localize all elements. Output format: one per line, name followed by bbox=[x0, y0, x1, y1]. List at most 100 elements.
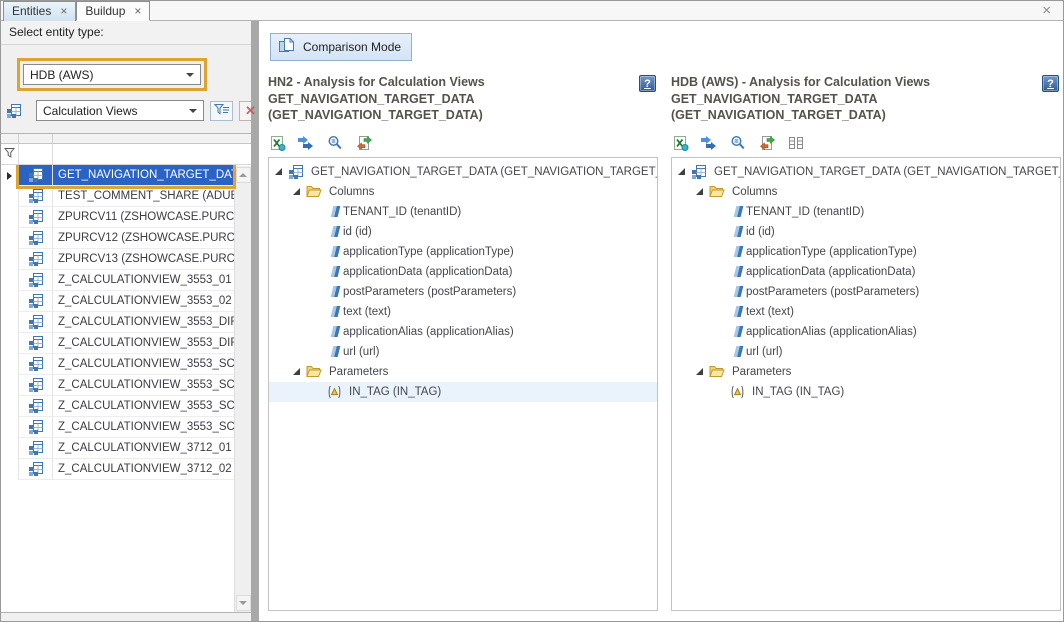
list-item[interactable]: ZPURCV13 (ZSHOWCASE.PURCHASIN bbox=[1, 249, 234, 270]
tree-item[interactable]: IN_TAG (IN_TAG) bbox=[672, 382, 1060, 402]
tree-item[interactable]: applicationData (applicationData) bbox=[269, 262, 657, 282]
tree-item[interactable]: text (text) bbox=[672, 302, 1060, 322]
column-icon bbox=[331, 326, 341, 337]
row-marker-cell bbox=[1, 354, 19, 375]
compare-document-icon[interactable] bbox=[355, 135, 373, 152]
row-marker-cell bbox=[1, 459, 19, 480]
tree-folder-parameters[interactable]: Parameters bbox=[672, 362, 1060, 382]
search-magnifier-icon[interactable] bbox=[729, 135, 747, 152]
list-item[interactable]: GET_NAVIGATION_TARGET_DATA (s bbox=[1, 165, 234, 186]
tree-node-root[interactable]: GET_NAVIGATION_TARGET_DATA (GET_NAVIGATI… bbox=[269, 162, 657, 182]
column-icon bbox=[331, 266, 341, 277]
window-close-icon[interactable]: × bbox=[1042, 3, 1051, 18]
list-item-label: Z_CALCULATIONVIEW_3553_SCRIPT bbox=[53, 375, 234, 396]
tree-item[interactable]: postParameters (postParameters) bbox=[269, 282, 657, 302]
list-item[interactable]: TEST_COMMENT_SHARE (ADUERRST bbox=[1, 186, 234, 207]
copy-arrows-icon[interactable] bbox=[297, 135, 315, 152]
column-icon bbox=[734, 266, 744, 277]
tree-folder-columns[interactable]: Columns bbox=[672, 182, 1060, 202]
tree-item[interactable]: applicationData (applicationData) bbox=[672, 262, 1060, 282]
tree-item[interactable]: id (id) bbox=[269, 222, 657, 242]
comparison-mode-label: Comparison Mode bbox=[303, 40, 401, 54]
list-item[interactable]: ZPURCV12 (ZSHOWCASE.PURCHASIN bbox=[1, 228, 234, 249]
list-item[interactable]: Z_CALCULATIONVIEW_3712_02 (ZSF bbox=[1, 459, 234, 480]
scroll-up-button[interactable] bbox=[236, 167, 251, 183]
export-excel-icon[interactable] bbox=[671, 135, 689, 152]
tab-buildup[interactable]: Buildup × bbox=[76, 1, 150, 21]
entity-type-highlight-box: HDB (AWS) bbox=[17, 58, 207, 91]
tree-node-root[interactable]: GET_NAVIGATION_TARGET_DATA (GET_NAVIGATI… bbox=[672, 162, 1060, 182]
list-item[interactable]: Z_CALCULATIONVIEW_3553_DIRECT bbox=[1, 333, 234, 354]
calculation-view-icon bbox=[19, 291, 53, 312]
tab-entities[interactable]: Entities × bbox=[3, 1, 76, 21]
tree-item[interactable]: id (id) bbox=[672, 222, 1060, 242]
combo-zone: HDB (AWS) Calculation Views bbox=[1, 45, 251, 121]
panel-title: HDB (AWS) - Analysis for Calculation Vie… bbox=[671, 74, 1061, 124]
tree-item[interactable]: postParameters (postParameters) bbox=[672, 282, 1060, 302]
tree-folder-parameters[interactable]: Parameters bbox=[269, 362, 657, 382]
entity-selection-panel: Select entity type: HDB (AWS) Calculatio… bbox=[1, 21, 251, 621]
list-item[interactable]: Z_CALCULATIONVIEW_3712_01 (ZSF bbox=[1, 438, 234, 459]
calculation-view-icon bbox=[19, 228, 53, 249]
select-entity-type-label: Select entity type: bbox=[1, 21, 251, 45]
filter-button[interactable] bbox=[210, 101, 233, 121]
arrow-up-icon bbox=[239, 173, 247, 177]
list-item[interactable]: Z_CALCULATIONVIEW_3553_DIRECT bbox=[1, 312, 234, 333]
row-marker-cell bbox=[1, 396, 19, 417]
tree-item[interactable]: url (url) bbox=[672, 342, 1060, 362]
tree-item[interactable]: applicationType (applicationType) bbox=[672, 242, 1060, 262]
entity-type-dropdown[interactable]: HDB (AWS) bbox=[23, 64, 201, 85]
list-item[interactable]: Z_CALCULATIONVIEW_3553_SCRIPT bbox=[1, 417, 234, 438]
tree-item[interactable]: applicationType (applicationType) bbox=[269, 242, 657, 262]
list-item[interactable]: Z_CALCULATIONVIEW_3553_01 (ZSF bbox=[1, 270, 234, 291]
comparison-mode-button[interactable]: Comparison Mode bbox=[270, 33, 412, 61]
folder-open-icon bbox=[306, 365, 322, 378]
calculation-view-tree: GET_NAVIGATION_TARGET_DATA (GET_NAVIGATI… bbox=[268, 157, 658, 612]
view-type-dropdown[interactable]: Calculation Views bbox=[36, 100, 204, 121]
list-item[interactable]: Z_CALCULATIONVIEW_3553_SCRIPT bbox=[1, 396, 234, 417]
tab-entities-label: Entities bbox=[12, 4, 51, 18]
tree-item[interactable]: TENANT_ID (tenantID) bbox=[269, 202, 657, 222]
entity-list-header bbox=[1, 134, 251, 144]
calculation-view-icon bbox=[19, 375, 53, 396]
list-item[interactable]: Z_CALCULATIONVIEW_3553_02 (ZSF bbox=[1, 291, 234, 312]
parameter-icon bbox=[327, 385, 342, 399]
list-item[interactable]: Z_CALCULATIONVIEW_3553_SCRIPT bbox=[1, 375, 234, 396]
help-icon[interactable]: ? bbox=[1042, 75, 1059, 92]
list-item[interactable]: ZPURCV11 (ZSHOWCASE.PURCHASIN bbox=[1, 207, 234, 228]
row-marker-cell bbox=[1, 291, 19, 312]
export-excel-icon[interactable] bbox=[268, 135, 286, 152]
tree-item[interactable]: IN_TAG (IN_TAG) bbox=[269, 382, 657, 402]
tree-item[interactable]: url (url) bbox=[269, 342, 657, 362]
folder-open-icon bbox=[306, 185, 322, 198]
calculation-view-icon bbox=[19, 396, 53, 417]
arrow-down-icon bbox=[239, 601, 247, 605]
list-item[interactable]: Z_CALCULATIONVIEW_3553_SCRIPT bbox=[1, 354, 234, 375]
application-window: Entities × Buildup × × Select entity typ… bbox=[0, 0, 1064, 622]
column-icon bbox=[734, 246, 744, 257]
tab-entities-close-icon[interactable]: × bbox=[60, 6, 67, 16]
calculation-view-icon bbox=[19, 417, 53, 438]
scroll-down-button[interactable] bbox=[236, 595, 251, 611]
tree-folder-columns[interactable]: Columns bbox=[269, 182, 657, 202]
tree-item[interactable]: applicationAlias (applicationAlias) bbox=[672, 322, 1060, 342]
list-item-label: Z_CALCULATIONVIEW_3712_01 (ZSF bbox=[53, 438, 234, 459]
entity-list-filter-row[interactable] bbox=[1, 144, 251, 165]
tree-item[interactable]: text (text) bbox=[269, 302, 657, 322]
list-item-label: Z_CALCULATIONVIEW_3553_SCRIPT bbox=[53, 354, 234, 375]
copy-arrows-icon[interactable] bbox=[700, 135, 718, 152]
parameter-icon bbox=[730, 385, 745, 399]
list-item-label: Z_CALCULATIONVIEW_3553_SCRIPT bbox=[53, 396, 234, 417]
list-item-label: Z_CALCULATIONVIEW_3712_02 (ZSF bbox=[53, 459, 234, 480]
column-layout-icon[interactable] bbox=[787, 135, 805, 152]
tab-buildup-close-icon[interactable]: × bbox=[134, 6, 141, 16]
calculation-view-icon bbox=[19, 207, 53, 228]
column-icon bbox=[734, 326, 744, 337]
tree-item[interactable]: TENANT_ID (tenantID) bbox=[672, 202, 1060, 222]
entity-list-scrollbar[interactable] bbox=[234, 166, 251, 612]
row-marker-cell bbox=[1, 438, 19, 459]
compare-document-icon[interactable] bbox=[758, 135, 776, 152]
tree-item[interactable]: applicationAlias (applicationAlias) bbox=[269, 322, 657, 342]
help-icon[interactable]: ? bbox=[639, 75, 656, 92]
search-magnifier-icon[interactable] bbox=[326, 135, 344, 152]
